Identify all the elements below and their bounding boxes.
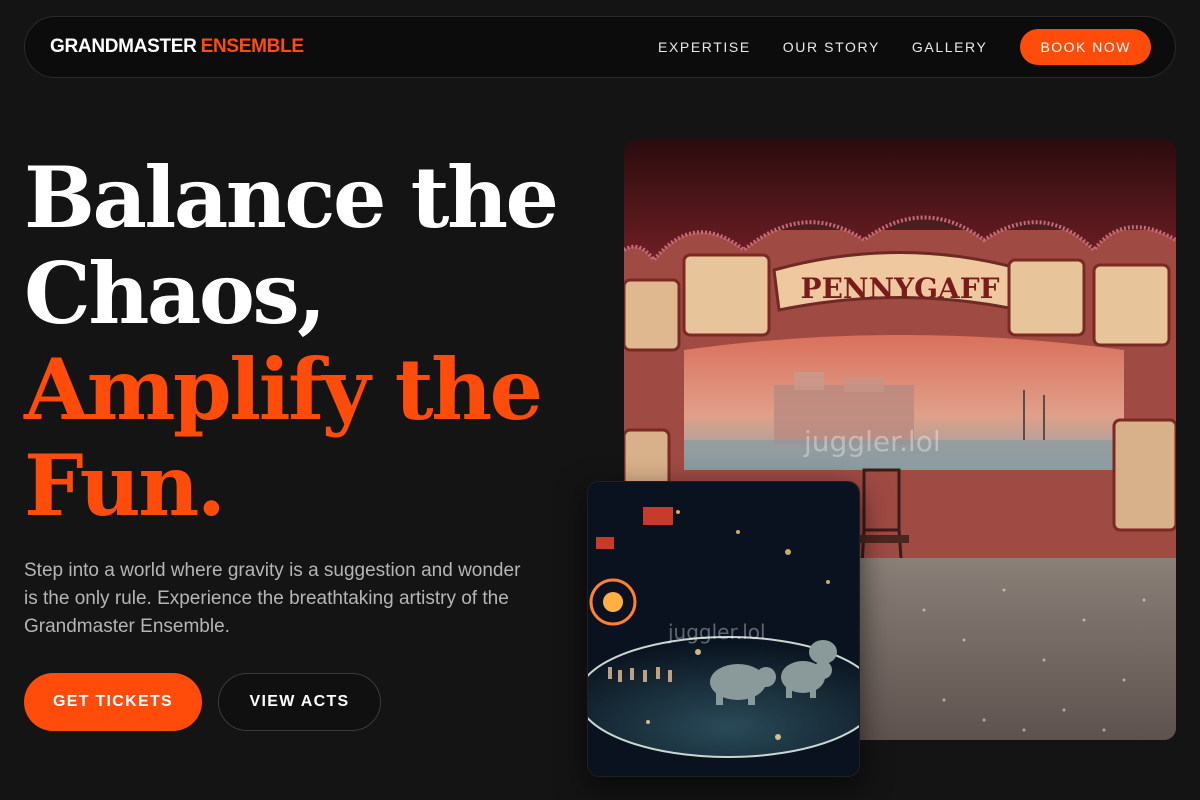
view-acts-button[interactable]: VIEW ACTS: [218, 673, 381, 731]
headline-line-3: Amplify the: [24, 340, 543, 439]
headline-line-2: Chaos,: [24, 244, 326, 343]
nav-link-gallery[interactable]: GALLERY: [912, 39, 988, 55]
brand-name-primary: GRANDMASTER: [50, 36, 197, 57]
book-now-button[interactable]: BOOK NOW: [1020, 29, 1151, 65]
headline-line-4: Fun.: [24, 436, 226, 535]
circus-ring-image: juggler.lol: [587, 481, 860, 777]
brand-name-accent: ENSEMBLE: [200, 36, 304, 57]
brand-logo[interactable]: GRANDMASTER ENSEMBLE: [50, 36, 304, 58]
get-tickets-button[interactable]: GET TICKETS: [24, 673, 202, 731]
headline-line-1: Balance the: [24, 148, 559, 247]
nav-link-our-story[interactable]: OUR STORY: [783, 39, 880, 55]
nav-links: EXPERTISE OUR STORY GALLERY: [658, 39, 987, 55]
nav-link-expertise[interactable]: EXPERTISE: [658, 39, 751, 55]
hero-description: Step into a world where gravity is a sug…: [24, 560, 521, 637]
hero-headline: Balance the Chaos, Amplify the Fun.: [24, 148, 559, 535]
top-navbar: GRANDMASTER ENSEMBLE EXPERTISE OUR STORY…: [24, 16, 1176, 78]
banner-title-text: PENNYGAFF: [801, 272, 1000, 305]
